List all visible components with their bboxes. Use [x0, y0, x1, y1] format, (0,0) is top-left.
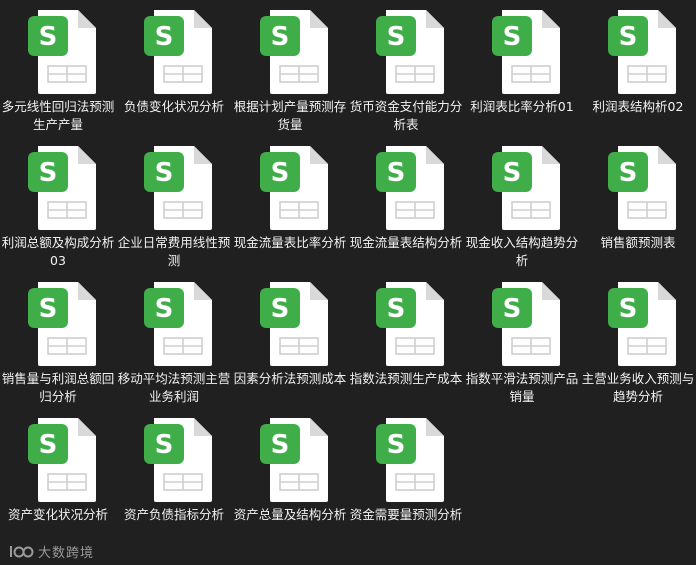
file-name-label: 指数平滑法预测产品销量 [465, 371, 579, 404]
file-name-label: 资产变化状况分析 [7, 507, 108, 522]
file-name-label: 主营业务收入预测与趋势分析 [581, 371, 695, 404]
file-name-label: 利润表结构析02 [592, 99, 684, 114]
file-name-label: 销售量与利润总额回归分析 [1, 371, 115, 404]
file-item[interactable]: S 现金收入结构趋势分析 [464, 136, 580, 272]
file-item[interactable]: S 资产负债指标分析 [116, 408, 232, 544]
svg-text:S: S [39, 22, 58, 52]
file-item[interactable]: S 销售额预测表 [580, 136, 696, 272]
file-item[interactable]: S 指数法预测生产成本 [348, 272, 464, 408]
svg-text:S: S [155, 158, 174, 188]
file-item[interactable]: S 移动平均法预测主营业务利润 [116, 272, 232, 408]
spreadsheet-file-icon: S [490, 280, 564, 368]
spreadsheet-file-icon: S [374, 416, 448, 504]
file-item[interactable]: S 利润表比率分析01 [464, 0, 580, 136]
file-name-label: 指数法预测生产成本 [349, 371, 463, 386]
svg-text:S: S [155, 430, 174, 460]
file-name-label: 根据计划产量预测存货量 [233, 99, 347, 132]
file-name-label: 因素分析法预测成本 [233, 371, 347, 386]
spreadsheet-file-icon: S [374, 144, 448, 232]
file-item[interactable]: S 因素分析法预测成本 [232, 272, 348, 408]
spreadsheet-file-icon: S [26, 144, 100, 232]
file-item[interactable]: S 根据计划产量预测存货量 [232, 0, 348, 136]
svg-text:S: S [271, 22, 290, 52]
spreadsheet-file-icon: S [258, 8, 332, 96]
spreadsheet-file-icon: S [490, 8, 564, 96]
spreadsheet-file-icon: S [606, 8, 680, 96]
file-item[interactable]: S 现金流量表比率分析 [232, 136, 348, 272]
svg-text:S: S [271, 430, 290, 460]
file-item[interactable]: S 企业日常费用线性预测 [116, 136, 232, 272]
spreadsheet-file-icon: S [142, 144, 216, 232]
spreadsheet-file-icon: S [26, 416, 100, 504]
svg-text:S: S [155, 294, 174, 324]
svg-text:S: S [39, 294, 58, 324]
file-name-label: 利润总额及构成分析03 [1, 235, 115, 268]
file-name-label: 资产总量及结构分析 [233, 507, 347, 522]
file-name-label: 利润表比率分析01 [470, 99, 574, 114]
file-name-label: 企业日常费用线性预测 [117, 235, 231, 268]
file-name-label: 多元线性回归法预测生产产量 [1, 99, 115, 132]
file-item[interactable]: S 资金需要量预测分析 [348, 408, 464, 544]
file-name-label: 移动平均法预测主营业务利润 [117, 371, 231, 404]
file-item[interactable]: S 现金流量表结构分析 [348, 136, 464, 272]
spreadsheet-file-icon: S [258, 144, 332, 232]
file-item[interactable]: S 利润表结构析02 [580, 0, 696, 136]
file-item[interactable]: S 负债变化状况分析 [116, 0, 232, 136]
svg-text:S: S [387, 294, 406, 324]
svg-text:S: S [619, 294, 638, 324]
svg-text:S: S [387, 158, 406, 188]
svg-text:S: S [271, 294, 290, 324]
spreadsheet-file-icon: S [606, 280, 680, 368]
spreadsheet-file-icon: S [142, 416, 216, 504]
svg-text:S: S [155, 22, 174, 52]
file-item[interactable]: S 货币资金支付能力分析表 [348, 0, 464, 136]
spreadsheet-file-icon: S [26, 8, 100, 96]
svg-text:S: S [271, 158, 290, 188]
spreadsheet-file-icon: S [374, 280, 448, 368]
file-item[interactable]: S 资产变化状况分析 [0, 408, 116, 544]
svg-text:S: S [503, 158, 522, 188]
watermark-text: 大数跨境 [38, 545, 95, 561]
file-grid: S 多元线性回归法预测生产产量 S 负债变化状况分析 S 根据计划产量预测存货量 S 货币资金… [0, 0, 696, 565]
file-item[interactable]: S 主营业务收入预测与趋势分析 [580, 272, 696, 408]
file-name-label: 资产负债指标分析 [123, 507, 224, 522]
file-name-label: 货币资金支付能力分析表 [349, 99, 463, 132]
spreadsheet-file-icon: S [606, 144, 680, 232]
svg-text:S: S [503, 22, 522, 52]
file-item[interactable]: S 多元线性回归法预测生产产量 [0, 0, 116, 136]
file-name-label: 现金收入结构趋势分析 [465, 235, 579, 268]
svg-text:S: S [503, 294, 522, 324]
file-item[interactable]: S 销售量与利润总额回归分析 [0, 272, 116, 408]
spreadsheet-file-icon: S [26, 280, 100, 368]
file-item[interactable]: S 资产总量及结构分析 [232, 408, 348, 544]
svg-text:S: S [387, 430, 406, 460]
file-name-label: 负债变化状况分析 [123, 99, 224, 114]
file-name-label: 现金流量表结构分析 [349, 235, 463, 250]
svg-text:S: S [619, 22, 638, 52]
file-name-label: 销售额预测表 [600, 235, 676, 250]
file-name-label: 资金需要量预测分析 [349, 507, 463, 522]
spreadsheet-file-icon: S [142, 280, 216, 368]
spreadsheet-file-icon: S [258, 280, 332, 368]
file-item[interactable]: S 利润总额及构成分析03 [0, 136, 116, 272]
file-item[interactable]: S 指数平滑法预测产品销量 [464, 272, 580, 408]
svg-text:S: S [619, 158, 638, 188]
spreadsheet-file-icon: S [490, 144, 564, 232]
file-name-label: 现金流量表比率分析 [233, 235, 347, 250]
watermark: 大数跨境 [8, 541, 94, 561]
svg-text:S: S [39, 430, 58, 460]
svg-text:S: S [387, 22, 406, 52]
svg-text:S: S [39, 158, 58, 188]
spreadsheet-file-icon: S [374, 8, 448, 96]
spreadsheet-file-icon: S [258, 416, 332, 504]
spreadsheet-file-icon: S [142, 8, 216, 96]
watermark-logo-icon [10, 546, 34, 558]
